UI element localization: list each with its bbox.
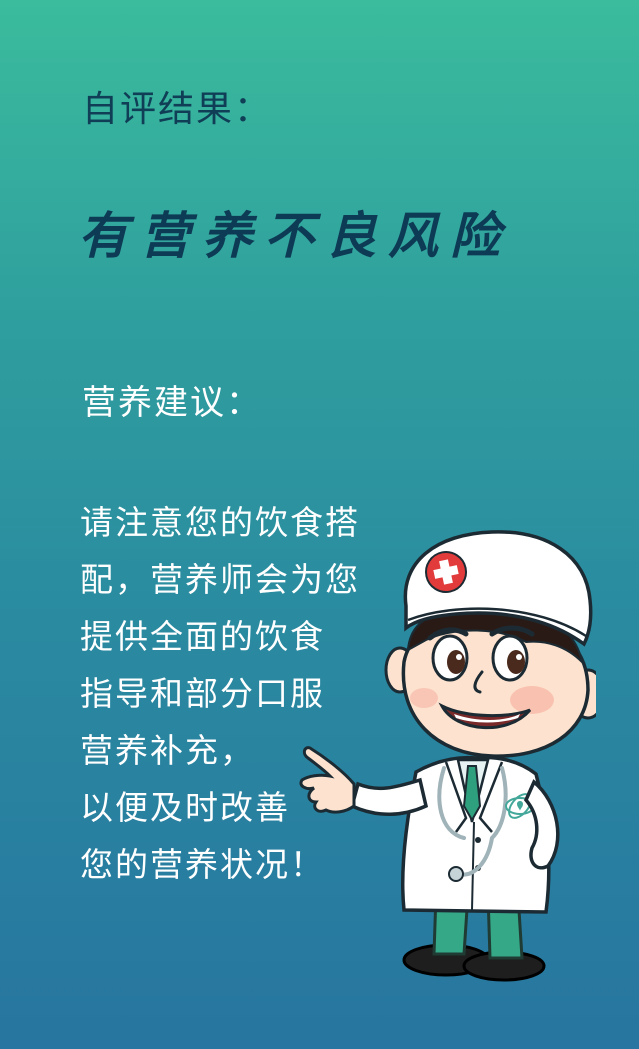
- advice-label: 营养建议：: [82, 383, 262, 423]
- hand: [299, 746, 356, 814]
- left-arm: [349, 777, 429, 816]
- result-value: 有营养不良风险: [78, 206, 512, 265]
- result-label: 自评结果：: [82, 89, 273, 130]
- doctor-cartoon-icon: [299, 530, 596, 982]
- tie: [462, 765, 482, 823]
